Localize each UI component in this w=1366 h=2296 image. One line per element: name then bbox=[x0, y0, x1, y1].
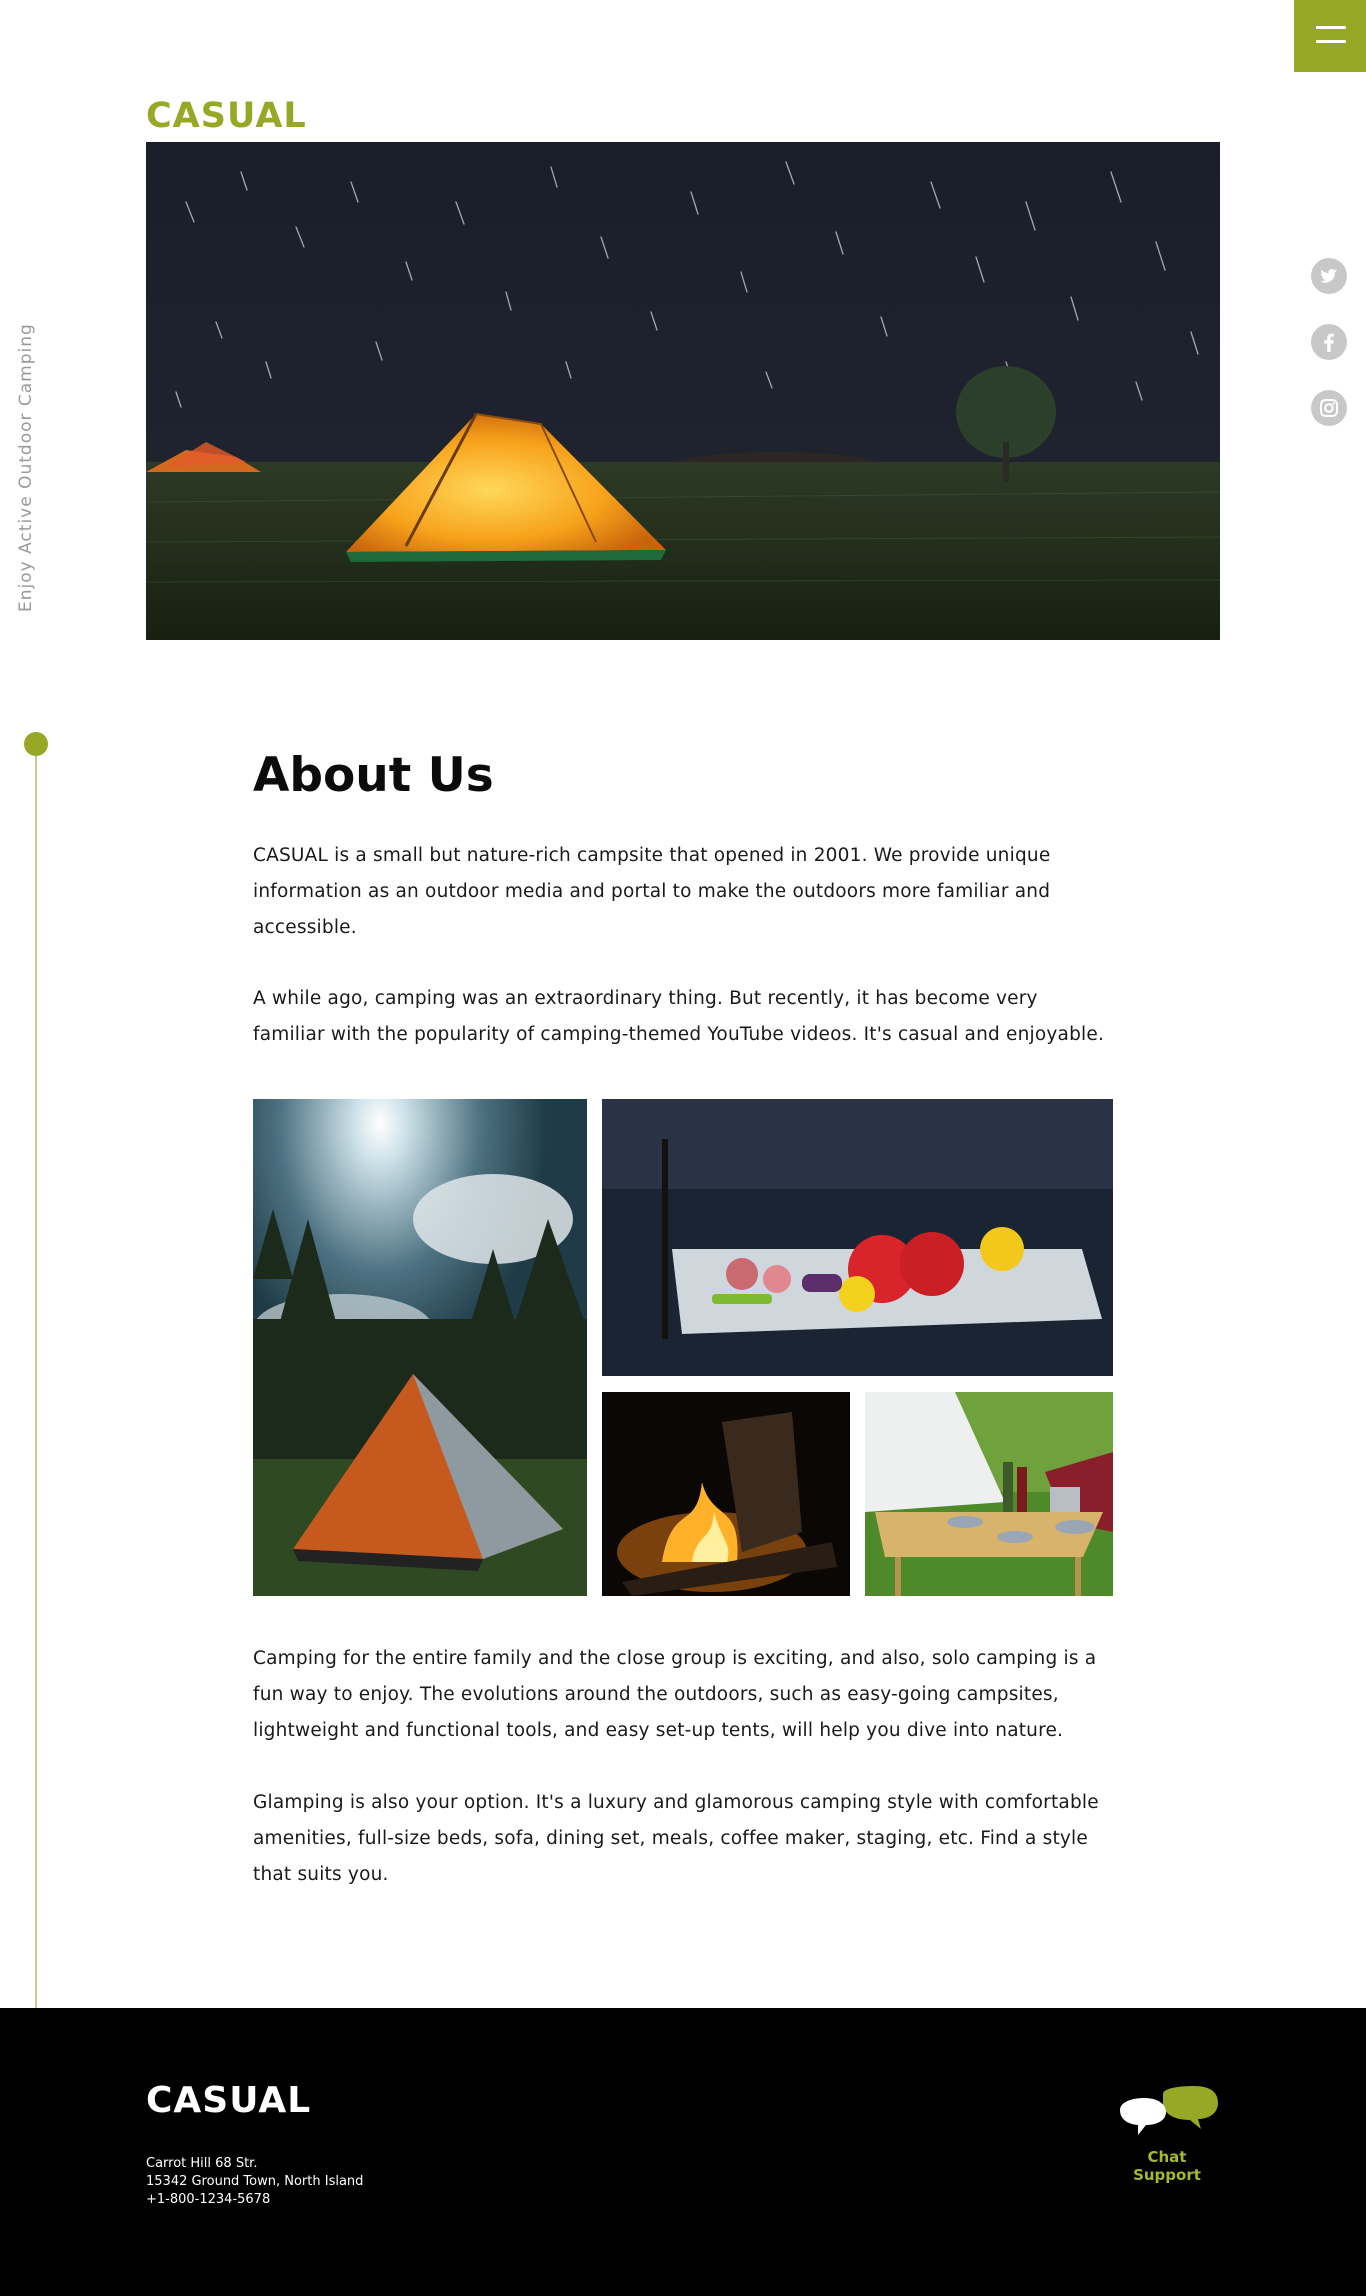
about-paragraph-4: Glamping is also your option. It's a lux… bbox=[253, 1792, 1099, 1885]
chat-support-label: Chat Support bbox=[1133, 2148, 1201, 2184]
hamburger-icon-bar bbox=[1316, 40, 1346, 43]
chat-support-button[interactable]: Chat Support bbox=[1112, 2086, 1222, 2184]
twitter-icon[interactable] bbox=[1311, 258, 1347, 294]
timeline-marker bbox=[24, 732, 48, 756]
gallery-photo-tent bbox=[253, 1099, 587, 1596]
gallery-photo-glamping bbox=[865, 1392, 1113, 1596]
footer-address-line: 15342 Ground Town, North Island bbox=[146, 2174, 364, 2189]
footer-logo[interactable]: CASUAL bbox=[146, 2080, 311, 2121]
hero-image bbox=[146, 142, 1220, 640]
chat-bubbles-icon bbox=[1120, 2086, 1218, 2135]
gallery-photo-campfire bbox=[602, 1392, 850, 1596]
about-paragraph-1: CASUAL is a small but nature-rich campsi… bbox=[253, 845, 1051, 938]
facebook-icon[interactable] bbox=[1311, 324, 1347, 360]
footer-phone: +1-800-1234-5678 bbox=[146, 2192, 271, 2207]
gallery-photo-food bbox=[602, 1099, 1113, 1376]
menu-button[interactable] bbox=[1294, 0, 1366, 72]
footer-address-line: Carrot Hill 68 Str. bbox=[146, 2156, 258, 2171]
tagline: Enjoy Active Outdoor Camping bbox=[16, 323, 36, 612]
hamburger-icon bbox=[1316, 26, 1346, 29]
instagram-icon[interactable] bbox=[1311, 390, 1347, 426]
about-paragraph-2: A while ago, camping was an extraordinar… bbox=[253, 988, 1105, 1045]
timeline-line bbox=[35, 756, 37, 2008]
about-paragraph-3: Camping for the entire family and the cl… bbox=[253, 1648, 1097, 1741]
about-title: About Us bbox=[253, 748, 494, 803]
site-logo[interactable]: CASUAL bbox=[146, 96, 307, 136]
